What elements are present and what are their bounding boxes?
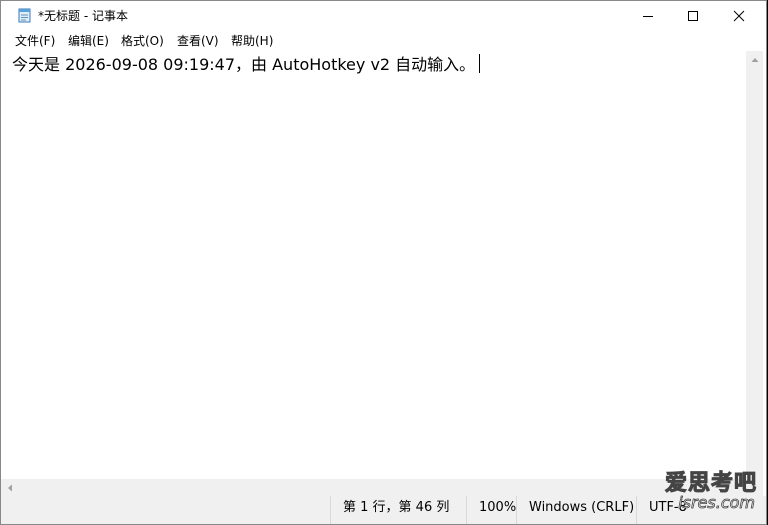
horizontal-scrollbar[interactable] xyxy=(1,479,746,496)
vertical-scrollbar[interactable] xyxy=(746,51,763,479)
watermark-line2: isres.com xyxy=(678,493,756,513)
minimize-button[interactable] xyxy=(625,1,671,31)
menu-file[interactable]: 文件(F) xyxy=(15,31,55,51)
status-divider xyxy=(330,496,331,524)
minimize-icon xyxy=(642,7,654,26)
status-bar: 第 1 行，第 46 列 100% Windows (CRLF) UTF-8 xyxy=(1,496,766,524)
title-bar[interactable]: *无标题 - 记事本 xyxy=(1,1,766,31)
editor-content-line: 今天是 2026-09-08 09:19:47，由 AutoHotkey v2 … xyxy=(12,54,481,76)
maximize-icon xyxy=(687,7,699,26)
status-zoom: 100% xyxy=(479,500,517,515)
menu-edit[interactable]: 编辑(E) xyxy=(68,31,109,51)
text-editor[interactable]: 今天是 2026-09-08 09:19:47，由 AutoHotkey v2 … xyxy=(1,51,746,479)
close-icon xyxy=(733,7,745,26)
status-cursor-position: 第 1 行，第 46 列 xyxy=(343,500,450,515)
status-divider xyxy=(516,496,517,524)
notepad-window: *无标题 - 记事本 文件(F) 编辑(E) 格式(O) 查看(V) 帮助(H)… xyxy=(0,0,767,525)
menu-bar: 文件(F) 编辑(E) 格式(O) 查看(V) 帮助(H) xyxy=(1,31,766,51)
close-button[interactable] xyxy=(716,1,762,31)
text-caret xyxy=(479,54,481,73)
status-divider xyxy=(636,496,637,524)
scroll-left-icon[interactable] xyxy=(1,479,18,496)
maximize-button[interactable] xyxy=(670,1,716,31)
status-divider xyxy=(466,496,467,524)
notepad-icon xyxy=(17,8,32,23)
window-title: *无标题 - 记事本 xyxy=(38,9,128,23)
site-watermark: 爱思考吧 isres.com xyxy=(661,463,766,524)
menu-help[interactable]: 帮助(H) xyxy=(231,31,273,51)
status-line-ending: Windows (CRLF) xyxy=(529,500,635,515)
scroll-up-icon[interactable] xyxy=(746,51,763,68)
editor-content: 今天是 2026-09-08 09:19:47，由 AutoHotkey v2 … xyxy=(12,55,476,74)
menu-format[interactable]: 格式(O) xyxy=(121,31,164,51)
menu-view[interactable]: 查看(V) xyxy=(177,31,219,51)
